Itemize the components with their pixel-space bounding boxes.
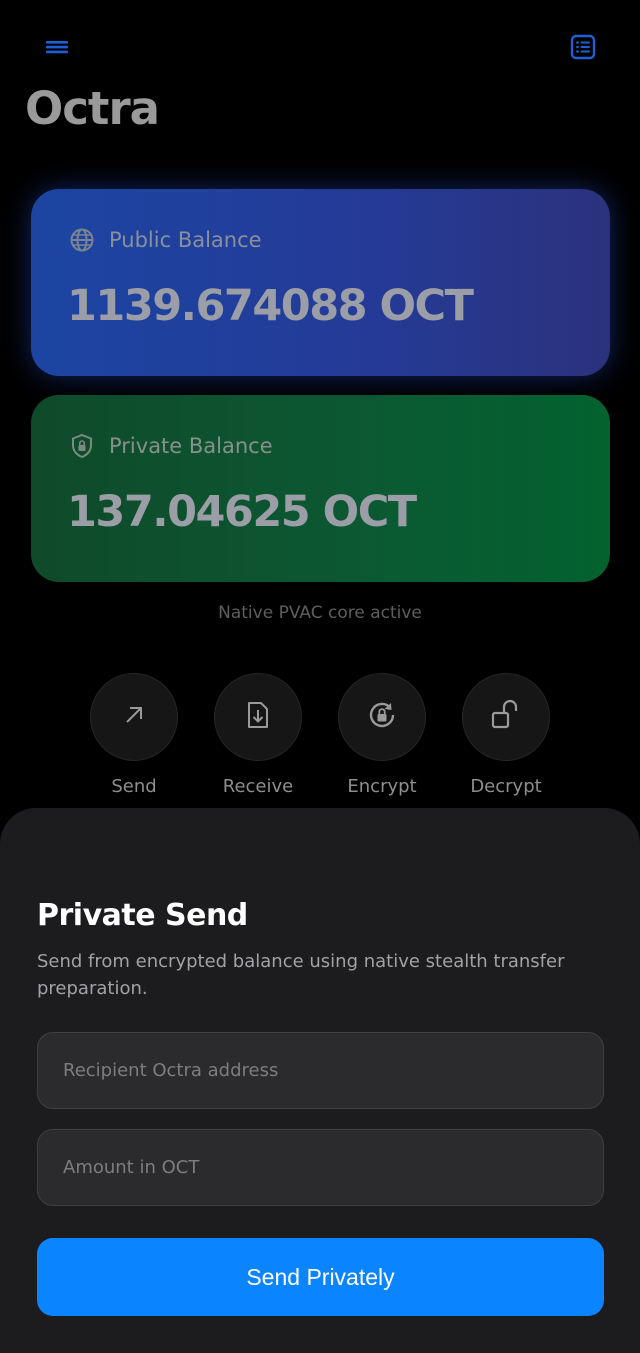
sheet-title: Private Send <box>37 898 248 933</box>
send-privately-button[interactable]: Send Privately <box>37 1238 604 1316</box>
send-label: Send <box>111 776 157 797</box>
private-balance-header: Private Balance <box>69 433 273 459</box>
private-balance-label: Private Balance <box>109 434 273 458</box>
encrypt-label: Encrypt <box>347 776 417 797</box>
encrypt-action[interactable]: Encrypt <box>320 673 444 797</box>
encrypt-button[interactable] <box>338 673 426 761</box>
shield-lock-icon <box>69 433 95 459</box>
receive-label: Receive <box>222 776 294 797</box>
private-send-sheet: Private Send Send from encrypted balance… <box>0 808 640 1353</box>
globe-icon <box>69 227 95 253</box>
private-balance-card: Private Balance 137.04625 OCT <box>31 395 610 582</box>
decrypt-label: Decrypt <box>470 776 542 797</box>
arrow-up-right-icon <box>121 702 147 732</box>
receive-action[interactable]: Receive <box>196 673 320 797</box>
decrypt-action[interactable]: Decrypt <box>444 673 568 797</box>
public-balance-header: Public Balance <box>69 227 262 253</box>
recipient-address-input[interactable] <box>37 1032 604 1109</box>
public-balance-label: Public Balance <box>109 228 262 252</box>
list-icon[interactable] <box>569 33 597 61</box>
wallet-screen: Octra Public Balance 1139.674088 OCT Pri… <box>0 0 640 1353</box>
send-action[interactable]: Send <box>72 673 196 797</box>
public-balance-card: Public Balance 1139.674088 OCT <box>31 189 610 376</box>
amount-input[interactable] <box>37 1129 604 1206</box>
receive-button[interactable] <box>214 673 302 761</box>
send-button[interactable] <box>90 673 178 761</box>
unlock-icon <box>489 698 523 736</box>
app-title: Octra <box>25 82 160 135</box>
hamburger-menu-icon[interactable] <box>43 33 71 61</box>
private-balance-amount: 137.04625 OCT <box>67 487 417 537</box>
download-document-icon <box>244 700 272 734</box>
sheet-description: Send from encrypted balance using native… <box>37 951 565 999</box>
decrypt-button[interactable] <box>462 673 550 761</box>
status-text: Native PVAC core active <box>218 603 422 623</box>
public-balance-amount: 1139.674088 OCT <box>67 281 474 331</box>
lock-refresh-icon <box>365 698 399 736</box>
